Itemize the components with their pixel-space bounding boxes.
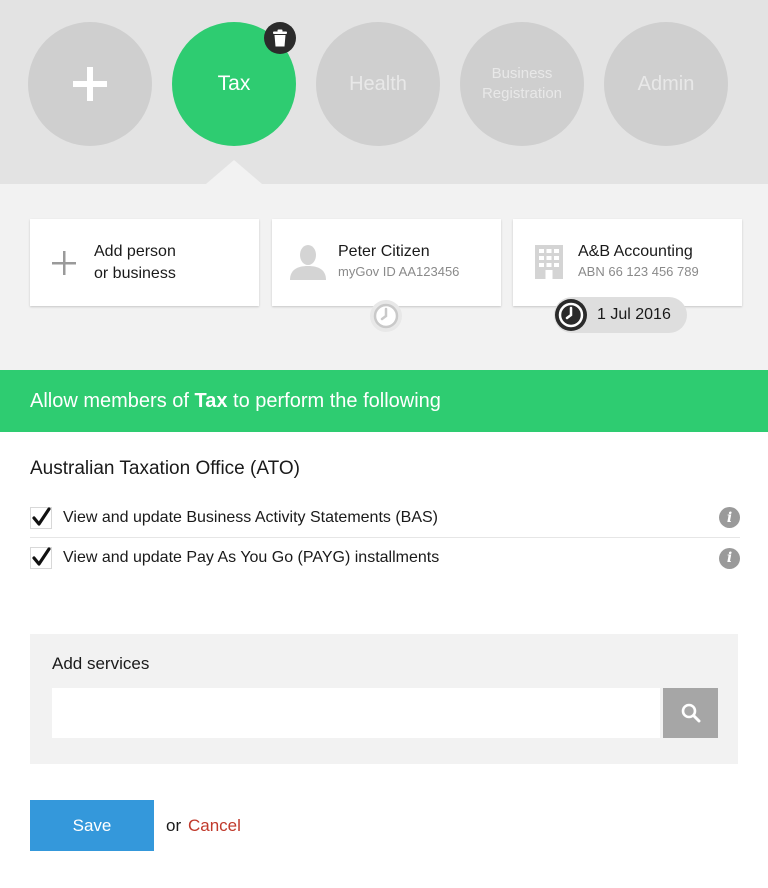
- clock-icon: [373, 303, 399, 329]
- permission-label: View and update Pay As You Go (PAYG) ins…: [63, 549, 440, 566]
- or-text: or: [166, 816, 182, 835]
- add-group-button[interactable]: [28, 22, 152, 146]
- permission-checkbox[interactable]: [30, 506, 52, 529]
- set-date-button[interactable]: [370, 300, 402, 332]
- building-icon: [535, 245, 563, 279]
- member-name: A&B Accounting: [578, 243, 693, 260]
- trash-icon: [273, 29, 287, 47]
- permission-row: View and update Pay As You Go (PAYG) ins…: [30, 538, 740, 578]
- info-icon[interactable]: i: [719, 507, 740, 528]
- services-search-input[interactable]: [52, 688, 660, 738]
- save-button[interactable]: Save: [30, 800, 154, 851]
- plus-icon: [52, 251, 76, 275]
- search-icon: [681, 703, 700, 723]
- group-label: Admin: [637, 73, 695, 95]
- access-date-pill[interactable]: 1 Jul 2016: [554, 297, 687, 333]
- banner-prefix: Allow members of: [30, 389, 195, 412]
- member-card-person[interactable]: Peter Citizen myGov ID AA123456: [272, 219, 501, 306]
- access-date: 1 Jul 2016: [597, 306, 671, 323]
- member-id: myGov ID AA123456: [338, 264, 460, 279]
- checkmark-icon: [30, 506, 52, 529]
- members-panel: Add person or business Peter Citizen myG…: [0, 184, 768, 370]
- group-admin[interactable]: Admin: [604, 22, 728, 146]
- selected-group-pointer: [206, 160, 262, 184]
- add-services-label: Add services: [52, 654, 150, 673]
- cancel-link[interactable]: Cancel: [188, 816, 241, 836]
- member-abn: ABN 66 123 456 789: [578, 264, 699, 279]
- group-label: Business Registration: [481, 64, 563, 102]
- info-icon[interactable]: i: [719, 547, 740, 569]
- add-member-line1: Add person: [94, 243, 176, 260]
- banner-group-name: Tax: [194, 389, 228, 412]
- banner-suffix: to perform the following: [227, 389, 441, 412]
- permission-row: View and update Business Activity Statem…: [30, 498, 740, 538]
- agency-title: Australian Taxation Office (ATO): [30, 458, 300, 479]
- member-name: Peter Citizen: [338, 243, 430, 260]
- group-label: Tax: [217, 72, 251, 96]
- delete-group-button[interactable]: [264, 22, 296, 54]
- checkmark-icon: [30, 547, 52, 569]
- plus-icon: [73, 67, 107, 101]
- person-icon: [290, 245, 326, 280]
- permission-checkbox[interactable]: [30, 547, 52, 569]
- group-business-registration[interactable]: Business Registration: [460, 22, 584, 146]
- group-label: Health: [349, 73, 407, 95]
- permissions-banner: Allow members of Tax to perform the foll…: [0, 370, 768, 432]
- permission-label: View and update Business Activity Statem…: [63, 508, 439, 526]
- member-card-business[interactable]: A&B Accounting ABN 66 123 456 789: [513, 219, 742, 306]
- clock-icon: [555, 299, 587, 331]
- add-services-panel: Add services: [30, 634, 738, 764]
- add-member-line2: or business: [94, 265, 176, 282]
- search-button[interactable]: [663, 688, 718, 738]
- add-member-card[interactable]: Add person or business: [30, 219, 259, 306]
- group-health[interactable]: Health: [316, 22, 440, 146]
- group-selector-bar: Tax Health Business Registration Admin: [0, 0, 768, 184]
